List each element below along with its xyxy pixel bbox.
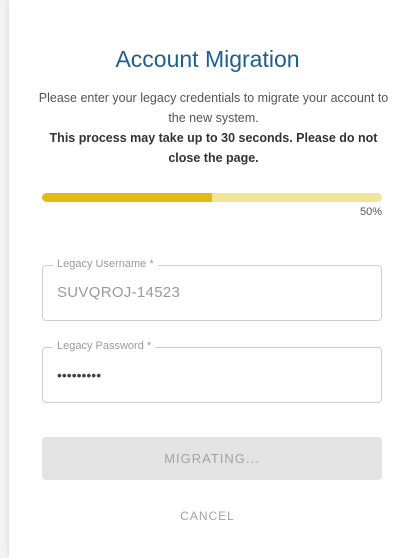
legacy-password-value[interactable]: ••••••••• [57, 367, 101, 383]
migration-dialog: Account Migration Please enter your lega… [9, 0, 406, 558]
legacy-username-value[interactable]: SUVQROJ-14523 [57, 284, 180, 301]
legacy-username-field[interactable]: Legacy Username * SUVQROJ-14523 [42, 258, 382, 321]
progress-bar-fill [42, 193, 212, 202]
legacy-password-field[interactable]: Legacy Password * ••••••••• [42, 340, 382, 403]
progress-percent: 50% [359, 206, 382, 218]
migrate-button[interactable]: MIGRATING... [42, 437, 382, 480]
cancel-button[interactable]: CANCEL [9, 508, 406, 524]
dialog-title: Account Migration [115, 46, 300, 72]
legacy-password-label: Legacy Password * [53, 340, 156, 352]
legacy-username-label: Legacy Username * [53, 258, 158, 270]
dialog-description: Please enter your legacy credentials to … [38, 91, 389, 125]
progress-bar [42, 193, 382, 202]
dialog-warning: This process may take up to 30 seconds. … [49, 131, 378, 165]
